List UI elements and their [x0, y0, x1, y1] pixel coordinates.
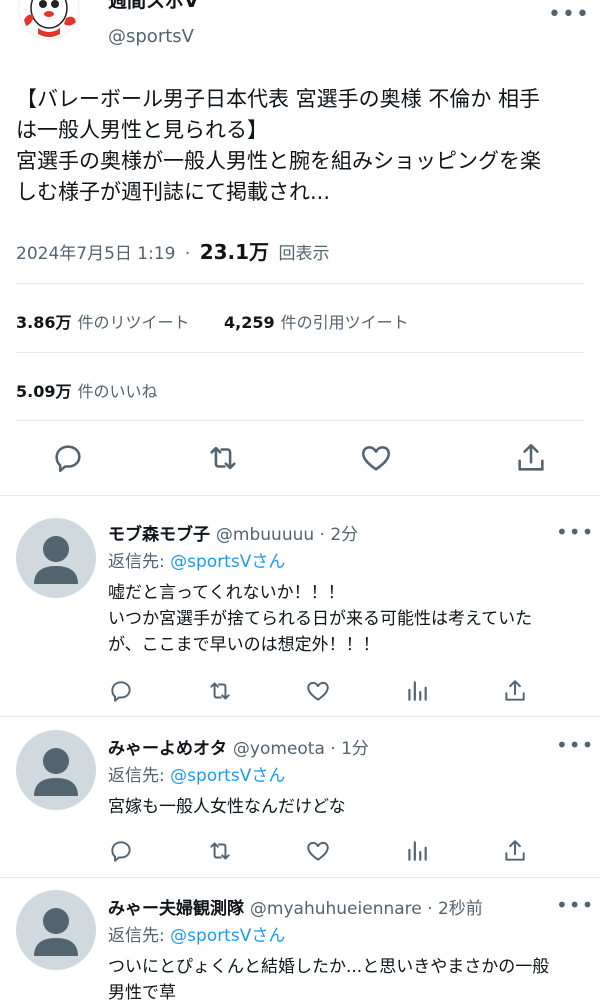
- retweet-icon[interactable]: [206, 441, 240, 475]
- views-icon[interactable]: [404, 838, 430, 864]
- more-options-icon[interactable]: •••: [548, 2, 590, 27]
- quote-stat[interactable]: 4,259 件の引用ツイート: [224, 309, 409, 333]
- tweet-text-line: 【バレーボール男子日本代表 宮選手の奥様 不倫か 相手: [16, 87, 541, 111]
- reply-text-line: 嘘だと言ってくれないか！！！: [108, 583, 345, 603]
- view-label: 回表示: [278, 244, 330, 264]
- retweet-icon[interactable]: [207, 678, 233, 704]
- reply-to: 返信先: @sportsVさん: [108, 547, 285, 572]
- reply-prefix: 返信先:: [108, 552, 171, 572]
- reply-avatar[interactable]: [16, 518, 96, 598]
- tweet-text-line: は一般人男性と見られる】: [16, 118, 268, 142]
- like-stat[interactable]: 5.09万 件のいいね: [16, 378, 158, 402]
- reply-handle: @yomeota · 1分: [232, 739, 369, 759]
- heart-icon[interactable]: [359, 441, 393, 475]
- reply-to-link[interactable]: @sportsVさん: [170, 926, 285, 946]
- more-options-icon[interactable]: •••: [556, 733, 594, 757]
- divider: [0, 877, 600, 878]
- tweet-text: 【バレーボール男子日本代表 宮選手の奥様 不倫か 相手 は一般人男性と見られる】…: [16, 84, 586, 208]
- tweet-date[interactable]: 2024年7月5日 1:19: [16, 244, 175, 264]
- divider: [0, 495, 600, 496]
- divider: [16, 283, 584, 284]
- reply-icon[interactable]: [108, 838, 134, 864]
- meta-separator: ·: [184, 244, 191, 264]
- account-name[interactable]: 週間スポV: [108, 0, 199, 13]
- heart-icon[interactable]: [305, 838, 331, 864]
- view-count: 23.1万: [199, 240, 270, 264]
- reply-text-line: いつか宮選手が捨てられる日が来る可能性は考えていた: [108, 609, 533, 629]
- reply-author[interactable]: モブ森モブ子 @mbuuuuu · 2分: [108, 520, 358, 545]
- share-icon[interactable]: [502, 838, 528, 864]
- tweet-text-line: 宮選手の奥様が一般人男性と腕を組みショッピングを楽: [16, 149, 541, 173]
- retweet-icon[interactable]: [207, 838, 233, 864]
- share-icon[interactable]: [514, 441, 548, 475]
- reply-name: みゃーよめオタ: [108, 739, 227, 759]
- retweet-count: 3.86万: [16, 313, 72, 332]
- retweet-stat[interactable]: 3.86万 件のリツイート: [16, 309, 190, 333]
- quote-label: 件の引用ツイート: [280, 313, 409, 332]
- views-icon[interactable]: [404, 678, 430, 704]
- share-icon[interactable]: [502, 678, 528, 704]
- reply-avatar[interactable]: [16, 890, 96, 970]
- divider: [16, 420, 584, 421]
- reply-text: ついにとぴょくんと結婚したか...と思いきやまさかの一般 男性で草: [108, 954, 568, 1006]
- default-avatar-icon: [34, 748, 78, 796]
- reply-author[interactable]: みゃーよめオタ @yomeota · 1分: [108, 734, 369, 759]
- reply-to-link[interactable]: @sportsVさん: [170, 766, 285, 786]
- reply-handle: @mbuuuuu · 2分: [215, 525, 359, 545]
- reply-to: 返信先: @sportsVさん: [108, 921, 285, 946]
- reply-text: 嘘だと言ってくれないか！！！ いつか宮選手が捨てられる日が来る可能性は考えていた…: [108, 580, 568, 658]
- reply-to-link[interactable]: @sportsVさん: [170, 552, 285, 572]
- reply-name: みゃー夫婦観測隊: [108, 899, 244, 919]
- more-options-icon[interactable]: •••: [556, 893, 594, 917]
- account-avatar[interactable]: [18, 0, 80, 40]
- more-options-icon[interactable]: •••: [556, 520, 594, 544]
- reply-author[interactable]: みゃー夫婦観測隊 @myahuhueiennare · 2秒前: [108, 894, 483, 919]
- account-handle[interactable]: @sportsV: [108, 26, 194, 47]
- reply-text-line: 男性で草: [108, 983, 176, 1003]
- like-label: 件のいいね: [77, 382, 158, 401]
- retweet-label: 件のリツイート: [77, 313, 190, 332]
- reply-name: モブ森モブ子: [108, 525, 210, 545]
- divider: [16, 352, 584, 353]
- mascot-logo-icon: [18, 0, 80, 40]
- divider: [0, 716, 600, 717]
- reply-to: 返信先: @sportsVさん: [108, 761, 285, 786]
- tweet-text-line: しむ様子が週刊誌にて掲載され...: [16, 180, 331, 204]
- default-avatar-icon: [34, 536, 78, 584]
- reply-text-line: 宮嫁も一般人女性なんだけどな: [108, 797, 346, 817]
- quote-count: 4,259: [224, 313, 275, 332]
- like-count: 5.09万: [16, 382, 72, 401]
- tweet-meta: 2024年7月5日 1:19 · 23.1万 回表示: [16, 236, 329, 265]
- reply-text-line: ついにとぴょくんと結婚したか...と思いきやまさかの一般: [108, 957, 550, 977]
- reply-handle: @myahuhueiennare · 2秒前: [249, 899, 483, 919]
- reply-icon[interactable]: [51, 441, 85, 475]
- reply-avatar[interactable]: [16, 730, 96, 810]
- reply-text-line: が、ここまで早いのは想定外！！！: [108, 635, 380, 655]
- reply-icon[interactable]: [108, 678, 134, 704]
- reply-prefix: 返信先:: [108, 926, 171, 946]
- default-avatar-icon: [34, 908, 78, 956]
- heart-icon[interactable]: [305, 678, 331, 704]
- reply-prefix: 返信先:: [108, 766, 171, 786]
- reply-text: 宮嫁も一般人女性なんだけどな: [108, 794, 568, 820]
